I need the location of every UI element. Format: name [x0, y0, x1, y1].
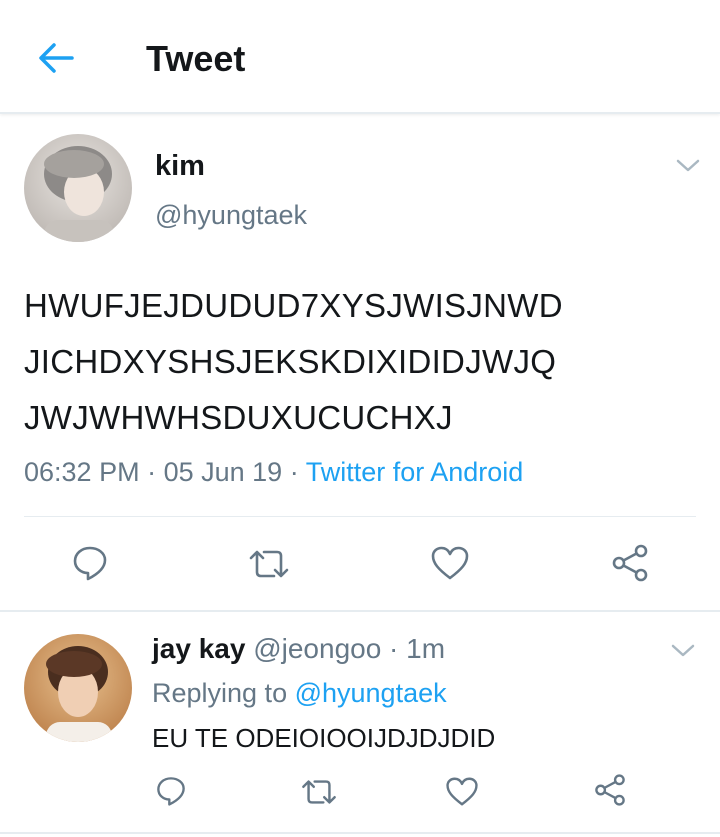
retweet-icon	[249, 550, 289, 578]
page-title: Tweet	[146, 38, 246, 79]
chevron-down-icon	[671, 644, 695, 657]
mention-link[interactable]: @hyungtaek	[295, 678, 447, 708]
tweet-source-link[interactable]: Twitter for Android	[306, 457, 524, 487]
tweet-text-line: JWJWHWHSDUXUCUCHXJ	[24, 399, 453, 436]
share-button[interactable]	[591, 771, 629, 809]
tweet-date: 05 Jun 19	[163, 457, 283, 487]
chevron-down-icon	[676, 159, 700, 172]
meta-separator: ·	[282, 457, 306, 487]
meta-separator: ·	[381, 633, 407, 664]
tweet-text-line: JICHDXYSHSJEKSKDIXIDIDJWJQ	[24, 343, 557, 380]
user-handle[interactable]: @jeongoo	[253, 633, 381, 664]
reply-header: jay kay @jeongoo · 1m	[152, 633, 445, 665]
replying-to: Replying to @hyungtaek	[152, 678, 447, 709]
reply-time: 1m	[406, 633, 446, 664]
share-icon	[595, 774, 625, 806]
reply-icon	[157, 777, 185, 806]
back-button[interactable]	[36, 40, 76, 76]
display-name[interactable]: kim	[155, 150, 205, 183]
retweet-icon	[302, 780, 336, 804]
reply-button[interactable]	[68, 543, 112, 583]
meta-separator: ·	[139, 457, 164, 487]
tweet-menu-button[interactable]	[675, 158, 701, 174]
tweet-text-line: HWUFJEJDUDUD7XYSJWISJNWD	[24, 287, 563, 324]
retweet-button[interactable]	[298, 775, 340, 809]
tweet-time: 06:32 PM	[24, 457, 140, 487]
user-handle[interactable]: @hyungtaek	[155, 200, 307, 231]
replying-prefix: Replying to	[152, 678, 295, 708]
reply-text: EU TE ODEIOIOOIJDJDJDID	[152, 723, 496, 753]
divider	[0, 610, 720, 612]
share-button[interactable]	[608, 542, 652, 584]
reply-menu-button[interactable]	[670, 643, 696, 659]
share-icon	[612, 544, 648, 582]
app-header: Tweet	[0, 0, 720, 114]
reply-icon	[73, 546, 107, 581]
display-name[interactable]: jay kay	[152, 633, 245, 664]
arrow-left-icon	[39, 43, 74, 73]
retweet-button[interactable]	[245, 545, 293, 583]
avatar[interactable]	[24, 134, 132, 242]
like-icon	[431, 546, 469, 580]
tweet-text: HWUFJEJDUDUD7XYSJWISJNWD JICHDXYSHSJEKSK…	[24, 278, 696, 446]
avatar[interactable]	[24, 634, 132, 742]
divider	[0, 832, 720, 834]
like-icon	[446, 777, 478, 805]
like-button[interactable]	[428, 543, 472, 583]
like-button[interactable]	[443, 773, 481, 809]
divider	[24, 516, 696, 517]
tweet-meta: 06:32 PM · 05 Jun 19 · Twitter for Andro…	[24, 457, 523, 488]
reply-button[interactable]	[152, 773, 190, 809]
